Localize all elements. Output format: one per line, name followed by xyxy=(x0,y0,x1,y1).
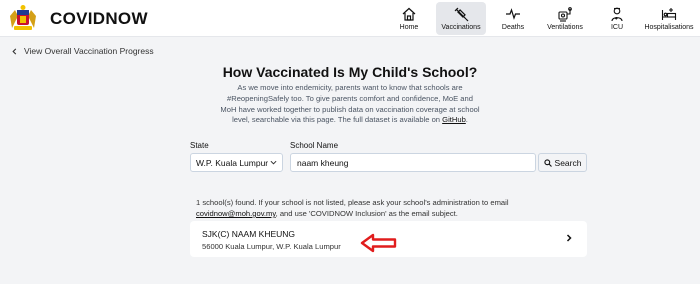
state-select[interactable]: W.P. Kuala Lumpur xyxy=(190,153,283,172)
malaysia-coat-of-arms-icon xyxy=(10,5,36,30)
nav-icu-label: ICU xyxy=(610,24,624,31)
nav-vaccinations[interactable]: Vaccinations xyxy=(436,2,486,35)
nav-hospitalisations[interactable]: Hospitalisations xyxy=(644,2,694,35)
main-nav: Home Vaccinations Deaths Ventilations IC… xyxy=(384,2,694,35)
icu-doctor-icon xyxy=(611,7,623,22)
state-select-value: W.P. Kuala Lumpur xyxy=(196,158,269,168)
description-end: . xyxy=(465,115,468,125)
page-title: How Vaccinated Is My Child's School? xyxy=(222,64,478,80)
search-button[interactable]: Search xyxy=(538,153,587,172)
heartbeat-icon xyxy=(506,8,520,20)
red-arrow-annotation-icon xyxy=(360,233,397,253)
results-note-end: , and use 'COVIDNOW Inclusion' as the em… xyxy=(275,209,458,218)
nav-ventilations-label: Ventilations xyxy=(547,24,583,31)
school-name-input[interactable]: naam kheung xyxy=(290,153,536,172)
nav-deaths-label: Deaths xyxy=(501,24,525,31)
nav-home[interactable]: Home xyxy=(384,2,434,35)
chevron-right-icon xyxy=(566,234,572,242)
nav-hospitalisations-label: Hospitalisations xyxy=(644,24,694,31)
home-icon xyxy=(402,7,416,21)
back-link-label: View Overall Vaccination Progress xyxy=(24,46,154,56)
chevron-left-icon xyxy=(12,47,17,55)
email-link[interactable]: covidnow@moh.gov.my xyxy=(196,209,276,218)
search-icon xyxy=(543,158,552,167)
nav-deaths[interactable]: Deaths xyxy=(488,2,538,35)
results-note: 1 school(s) found. If your school is not… xyxy=(196,197,576,219)
results-note-text: 1 school(s) found. If your school is not… xyxy=(196,198,509,207)
brand[interactable]: COVIDNOW xyxy=(6,4,148,33)
nav-vaccinations-label: Vaccinations xyxy=(441,24,481,31)
school-name-label: School Name xyxy=(290,141,339,150)
chevron-down-icon xyxy=(270,160,277,165)
hospital-bed-icon xyxy=(661,8,677,20)
search-button-label: Search xyxy=(554,157,582,168)
nav-ventilations[interactable]: Ventilations xyxy=(540,2,590,35)
top-navigation-bar: COVIDNOW Home Vaccinations Deaths Ventil… xyxy=(0,0,700,37)
school-name: SJK(C) NAAM KHEUNG xyxy=(202,229,296,239)
page-description: As we move into endemicity, parents want… xyxy=(218,83,482,126)
description-text: As we move into endemicity, parents want… xyxy=(220,83,480,125)
brand-name: COVIDNOW xyxy=(50,8,148,28)
school-address: 56000 Kuala Lumpur, W.P. Kuala Lumpur xyxy=(202,242,341,251)
state-label: State xyxy=(190,141,209,150)
syringe-icon xyxy=(454,7,469,22)
back-link[interactable]: View Overall Vaccination Progress xyxy=(11,46,154,56)
nav-home-label: Home xyxy=(399,24,419,31)
github-link[interactable]: GitHub xyxy=(442,115,466,124)
nav-icu[interactable]: ICU xyxy=(592,2,642,35)
ventilator-icon xyxy=(558,7,572,22)
